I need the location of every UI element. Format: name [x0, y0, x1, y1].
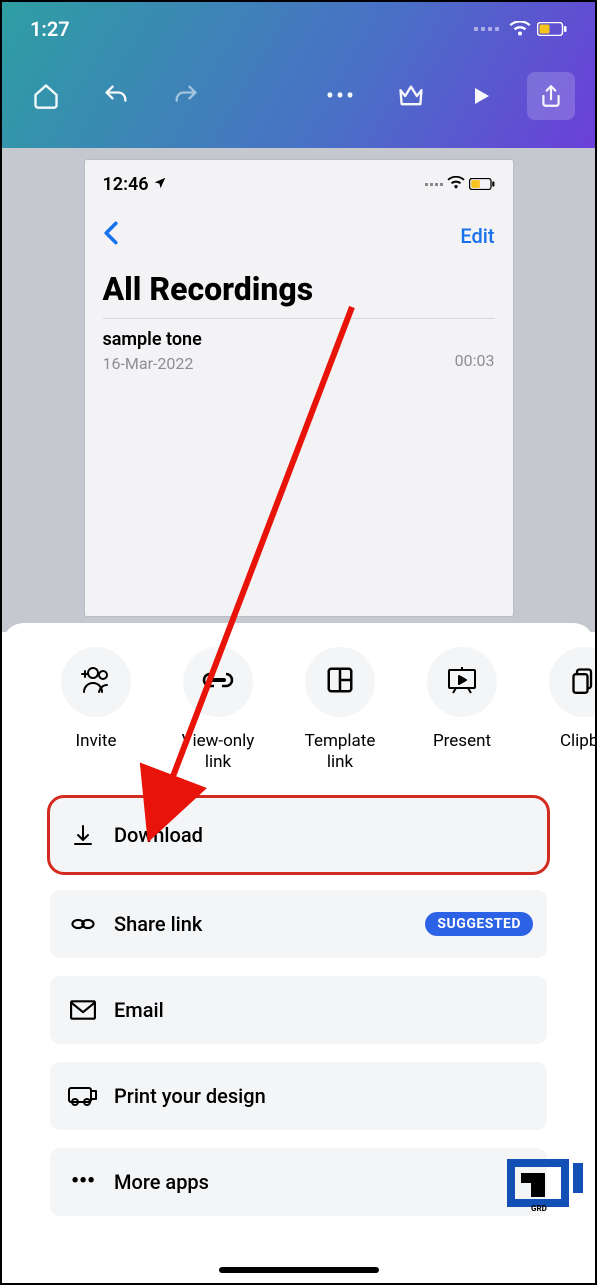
download-label: Download	[114, 823, 203, 847]
print-label: Print your design	[114, 1084, 266, 1108]
status-bar: 1:27	[22, 2, 575, 56]
redo-button[interactable]	[162, 72, 210, 120]
invite-label: Invite	[76, 731, 117, 752]
present-label: Present	[433, 731, 491, 752]
clipboard-label: Clipbo	[560, 731, 595, 752]
share-link-icon	[68, 915, 98, 933]
invite-option[interactable]: Invite	[50, 647, 142, 774]
status-time: 1:27	[30, 17, 70, 41]
cellular-icon	[474, 27, 499, 31]
clipboard-icon	[570, 665, 595, 699]
email-icon	[68, 1000, 98, 1020]
share-link-row[interactable]: Share link SUGGESTED	[50, 890, 547, 958]
present-icon	[446, 665, 478, 699]
wifi-icon	[509, 21, 531, 37]
share-link-label: Share link	[114, 912, 202, 936]
play-button[interactable]	[457, 72, 505, 120]
invite-icon	[79, 665, 113, 699]
app-header: 1:27 •••	[2, 2, 595, 148]
home-indicator[interactable]	[219, 1267, 379, 1273]
home-button[interactable]	[22, 72, 70, 120]
clipboard-option[interactable]: Clipbo	[538, 647, 595, 774]
print-row[interactable]: Print your design	[50, 1062, 547, 1130]
status-right	[474, 21, 567, 37]
view-only-link-label: View-only link	[172, 731, 264, 774]
more-apps-row[interactable]: ••• More apps	[50, 1148, 547, 1216]
more-icon: •••	[68, 1169, 98, 1194]
share-top-row[interactable]: Invite View-only link Template link Pres…	[2, 647, 595, 774]
more-button[interactable]: •••	[317, 72, 365, 120]
more-apps-label: More apps	[114, 1170, 209, 1194]
undo-button[interactable]	[92, 72, 140, 120]
suggested-badge: SUGGESTED	[425, 912, 533, 936]
download-icon	[68, 823, 98, 847]
template-link-label: Template link	[294, 731, 386, 774]
email-row[interactable]: Email	[50, 976, 547, 1044]
template-icon	[325, 665, 355, 699]
email-label: Email	[114, 998, 164, 1022]
svg-text:GRD: GRD	[531, 1204, 547, 1213]
watermark-logo: GRD	[501, 1143, 591, 1213]
toolbar: •••	[22, 56, 575, 136]
crown-button[interactable]	[387, 72, 435, 120]
canvas-area: 12:46 Edit All Recordings	[2, 148, 595, 632]
download-row[interactable]: Download	[50, 798, 547, 872]
link-icon	[202, 670, 234, 694]
view-only-link-option[interactable]: View-only link	[172, 647, 264, 774]
share-button[interactable]	[527, 72, 575, 120]
battery-icon	[537, 22, 567, 36]
print-icon	[68, 1085, 98, 1107]
present-option[interactable]: Present	[416, 647, 508, 774]
template-link-option[interactable]: Template link	[294, 647, 386, 774]
